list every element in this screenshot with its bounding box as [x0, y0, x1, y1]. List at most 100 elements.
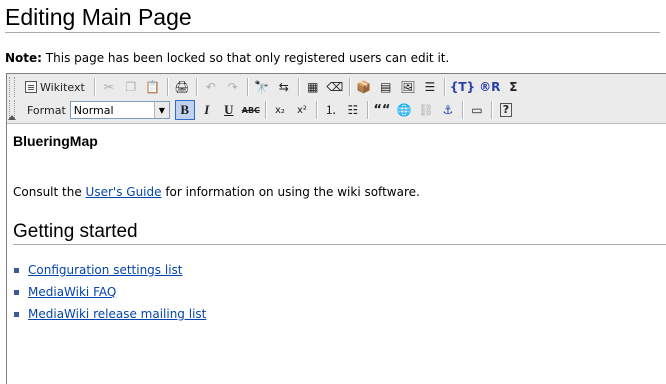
superscript-icon: x²	[296, 104, 307, 116]
insert-template-button[interactable]: {T}	[449, 77, 476, 97]
subscript-button[interactable]: x₂	[270, 100, 290, 120]
remove-link-button[interactable]: ⛓	[416, 100, 436, 120]
insert-rule-button[interactable]: ☰	[420, 77, 440, 97]
subscript-icon: x₂	[274, 104, 285, 116]
editor-toolbar: Wikitext ✂ ❐ 📋 🖨 ↶ ↷ 🔭 ⇆ ▦ ⌫ 📦 ▤ 🖼 ☰ {T}…	[7, 74, 666, 124]
unlink-icon: ⛓	[418, 103, 434, 117]
getting-started-list: Configuration settings list MediaWiki FA…	[13, 259, 206, 325]
remove-format-button[interactable]: ⌫	[325, 77, 345, 97]
insert-link-button[interactable]: 🌐	[394, 100, 414, 120]
intro-text-after: for information on using the wiki softwa…	[161, 185, 420, 199]
strikethrough-icon: ABC	[241, 105, 260, 115]
page-title: Editing Main Page	[5, 3, 660, 33]
italic-icon: I	[204, 102, 210, 117]
editor-content-area[interactable]: BlueringMap Consult the User's Guide for…	[7, 124, 666, 384]
source-icon	[25, 81, 37, 93]
cut-button[interactable]: ✂	[99, 77, 119, 97]
numbered-list-button[interactable]: ⒈	[321, 100, 341, 120]
redo-icon: ↷	[227, 80, 238, 94]
bullet-icon	[14, 289, 19, 295]
toolbar-separator	[93, 78, 95, 96]
print-button[interactable]: 🖨	[172, 77, 192, 97]
mediawiki-faq-link[interactable]: MediaWiki FAQ	[28, 285, 116, 299]
wysiwyg-editor: Wikitext ✂ ❐ 📋 🖨 ↶ ↷ 🔭 ⇆ ▦ ⌫ 📦 ▤ 🖼 ☰ {T}…	[6, 73, 666, 384]
insert-reference-button[interactable]: ®R	[478, 77, 501, 97]
underline-icon: U	[224, 102, 234, 117]
toolbar-separator	[166, 78, 168, 96]
binoculars-icon: 🔭	[254, 80, 270, 94]
quote-icon: ““	[373, 102, 391, 118]
undo-button[interactable]: ↶	[201, 77, 221, 97]
select-all-icon: ▦	[307, 80, 319, 94]
bullet-icon	[14, 267, 19, 273]
printer-icon: 🖨	[174, 80, 190, 94]
italic-button[interactable]: I	[197, 100, 217, 120]
help-icon: ?	[499, 103, 513, 117]
find-button[interactable]: 🔭	[252, 77, 272, 97]
toolbar-separator	[490, 101, 492, 119]
collapse-toolbar-icon[interactable]	[8, 115, 16, 120]
intro-text-before: Consult the	[13, 185, 86, 199]
toolbar-row-1: Wikitext ✂ ❐ 📋 🖨 ↶ ↷ 🔭 ⇆ ▦ ⌫ 📦 ▤ 🖼 ☰ {T}…	[21, 76, 524, 98]
wikitext-label: Wikitext	[40, 80, 85, 94]
toolbar-separator	[195, 78, 197, 96]
insert-special-button[interactable]: 📦	[354, 77, 374, 97]
toolbar-separator	[366, 101, 368, 119]
format-label: Format	[27, 103, 66, 117]
replace-icon: ⇆	[278, 80, 289, 94]
clipboard-icon: 📋	[145, 80, 161, 94]
strikethrough-button[interactable]: ABC	[241, 100, 261, 120]
toolbar-separator	[348, 78, 350, 96]
release-mailing-list-link[interactable]: MediaWiki release mailing list	[28, 307, 206, 321]
undo-icon: ↶	[205, 80, 216, 94]
toolbar-separator	[443, 78, 445, 96]
copy-button[interactable]: ❐	[121, 77, 141, 97]
intro-paragraph: Consult the User's Guide for information…	[13, 185, 420, 199]
anchor-button[interactable]: ⚓	[438, 100, 458, 120]
reference-icon: ®R	[479, 80, 501, 94]
users-guide-link[interactable]: User's Guide	[86, 185, 162, 199]
insert-image-button[interactable]: 🖼	[398, 77, 418, 97]
numbered-list-icon: ⒈	[324, 103, 337, 117]
format-select[interactable]: Normal ▼	[69, 101, 170, 119]
toolbar-separator	[461, 101, 463, 119]
superscript-button[interactable]: x²	[292, 100, 312, 120]
chevron-down-icon[interactable]: ▼	[153, 102, 169, 118]
wikitext-button[interactable]: Wikitext	[22, 77, 90, 97]
format-select-value: Normal	[73, 103, 114, 117]
bulleted-list-button[interactable]: ☷	[343, 100, 363, 120]
show-blocks-button[interactable]: ▭	[467, 100, 487, 120]
list-item: MediaWiki FAQ	[13, 281, 206, 303]
lock-notice: Note: This page has been locked so that …	[5, 50, 449, 66]
sigma-icon: Σ	[509, 80, 518, 94]
toolbar-separator	[315, 101, 317, 119]
redo-button[interactable]: ↷	[223, 77, 243, 97]
toolbar-grip[interactable]	[9, 77, 15, 97]
bold-button[interactable]: B	[174, 100, 195, 120]
select-all-button[interactable]: ▦	[303, 77, 323, 97]
list-item: Configuration settings list	[13, 259, 206, 281]
content-heading: BlueringMap	[13, 133, 98, 149]
bulleted-list-icon: ☷	[347, 103, 359, 117]
notice-label: Note:	[5, 51, 42, 65]
globe-link-icon: 🌐	[396, 103, 412, 117]
blockquote-button[interactable]: ““	[372, 100, 392, 120]
eraser-icon: ⌫	[326, 80, 344, 94]
horizontal-rule-icon: ☰	[424, 80, 436, 94]
insert-formula-button[interactable]: Σ	[503, 77, 523, 97]
toolbar-separator	[264, 101, 266, 119]
replace-button[interactable]: ⇆	[274, 77, 294, 97]
image-icon: 🖼	[400, 80, 416, 94]
configuration-settings-link[interactable]: Configuration settings list	[28, 263, 183, 277]
show-blocks-icon: ▭	[471, 103, 483, 117]
paste-button[interactable]: 📋	[143, 77, 163, 97]
toolbar-row-2: Format Normal ▼ B I U ABC x₂ x² ⒈ ☷ ““ 🌐…	[21, 99, 517, 121]
anchor-icon: ⚓	[442, 103, 454, 117]
bullet-icon	[14, 311, 19, 317]
help-button[interactable]: ?	[496, 100, 516, 120]
underline-button[interactable]: U	[219, 100, 239, 120]
template-icon: {T}	[449, 80, 476, 94]
toolbar-separator	[246, 78, 248, 96]
insert-table-button[interactable]: ▤	[376, 77, 396, 97]
toolbar-separator	[297, 78, 299, 96]
